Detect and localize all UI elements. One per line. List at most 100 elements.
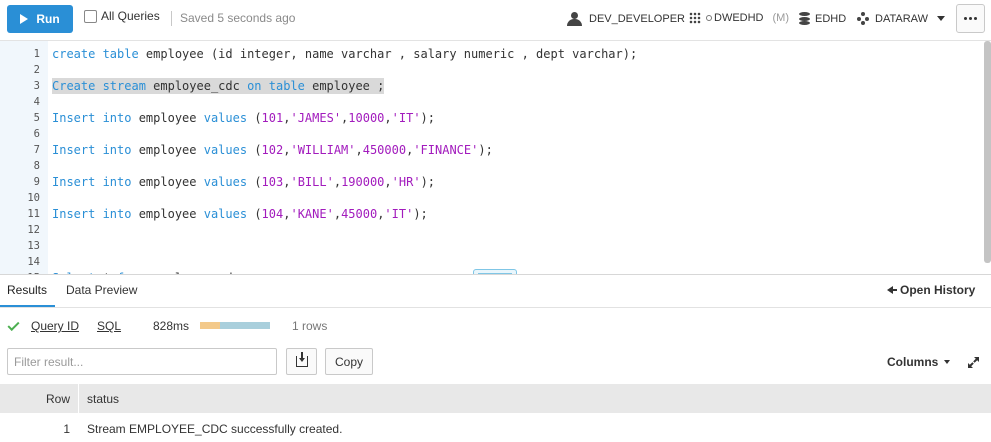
line-number: 10 (27, 192, 40, 204)
code-line[interactable]: 12 (0, 222, 984, 238)
code-token: 101 (261, 111, 284, 125)
code-line[interactable]: 7 Insert into employee values (102,'WILLI… (0, 142, 984, 158)
users-icon (566, 12, 584, 26)
filter-result-input[interactable] (7, 348, 277, 375)
schema-icon (857, 12, 870, 25)
play-icon (20, 14, 29, 24)
code-line[interactable]: 3 Create stream employee_cdc on table emp… (0, 78, 984, 94)
more-dot-icon (964, 17, 967, 20)
all-queries-label: All Queries (101, 9, 160, 23)
code-token: ); (420, 175, 436, 189)
code-line[interactable]: 8 (0, 158, 984, 174)
top-toolbar: Run All Queries Saved 5 seconds ago DEV_… (0, 0, 991, 40)
role-name: DEV_DEVELOPER (589, 13, 685, 25)
code-token: Insert into (52, 111, 132, 125)
query-id-link[interactable]: Query ID (31, 319, 79, 333)
code-line[interactable]: 10 (0, 190, 984, 206)
code-line[interactable]: 6 (0, 126, 984, 142)
run-button-label: Run (36, 12, 60, 26)
editor-scrollbar[interactable] (984, 41, 991, 263)
code-token: ); (413, 207, 428, 221)
code-token: 'IT' (391, 111, 421, 125)
table-row[interactable]: 1 Stream EMPLOYEE_CDC successfully creat… (0, 413, 991, 442)
sql-editor[interactable]: 1 create table employee (id integer, name… (0, 40, 991, 274)
line-number: 6 (33, 128, 40, 140)
chevron-down-icon (936, 16, 945, 21)
expand-icon[interactable] (968, 357, 979, 368)
sql-link[interactable]: SQL (97, 319, 121, 333)
compile-time-segment (200, 322, 220, 329)
line-number: 7 (33, 144, 40, 156)
code-token: 10000 (348, 111, 385, 125)
code-token: Insert into (52, 175, 132, 189)
results-panel: Results Data Preview Open History Query … (0, 274, 991, 442)
download-icon (295, 352, 308, 367)
code-token: Insert into (52, 143, 132, 157)
code-line[interactable]: 5 Insert into employee values (101, 'JAMES… (0, 110, 984, 126)
open-history-button[interactable]: Open History (887, 283, 975, 297)
all-queries-toggle[interactable]: All Queries (84, 9, 160, 23)
column-header-status[interactable]: status (87, 392, 119, 406)
code-token: 'WILLIAM' (290, 143, 356, 157)
code-token: values (203, 207, 248, 221)
role-selector[interactable]: DEV_DEVELOPER (566, 12, 685, 26)
warehouse-status-icon (706, 15, 712, 21)
line-number: 4 (33, 96, 40, 108)
code-token: 103 (261, 175, 284, 189)
columns-label: Columns (887, 355, 939, 369)
code-line[interactable]: 4 (0, 94, 984, 110)
schema-selector[interactable]: DATARAW (857, 12, 945, 25)
copy-button[interactable]: Copy (325, 348, 373, 375)
code-line[interactable]: 11 Insert into employee values (104,'KANE… (0, 206, 984, 222)
saved-status: Saved 5 seconds ago (180, 11, 296, 25)
code-line[interactable]: 13 (0, 238, 984, 254)
line-number: 5 (33, 112, 40, 124)
code-token: 'KANE' (290, 207, 334, 221)
code-token: ( (247, 175, 262, 189)
code-token: create table (52, 47, 139, 61)
line-number: 14 (27, 256, 40, 268)
row-number: 1 (63, 422, 70, 436)
code-token: 190000 (341, 175, 385, 189)
code-token: Create stream (52, 79, 146, 93)
more-dot-icon (974, 17, 977, 20)
columns-dropdown[interactable]: Columns (887, 355, 951, 369)
tab-results[interactable]: Results (7, 283, 47, 297)
code-token: , (384, 111, 392, 125)
code-token: 'IT' (384, 207, 414, 221)
all-queries-checkbox[interactable] (84, 9, 97, 23)
database-selector[interactable]: EDHD (799, 12, 846, 25)
code-line[interactable]: 1 create table employee (id integer, name… (0, 46, 984, 62)
status-cell[interactable]: Stream EMPLOYEE_CDC successfully created… (87, 422, 342, 436)
code-token: ); (420, 111, 435, 125)
line-number: 3 (33, 80, 40, 92)
schema-name: DATARAW (875, 12, 928, 25)
code-text: Insert into employee values (102,'WILLIA… (52, 142, 493, 158)
code-line[interactable]: 9 Insert into employee values (103,'BILL'… (0, 174, 984, 190)
editor-lines: 1 create table employee (id integer, name… (0, 46, 984, 274)
line-number: 12 (27, 224, 40, 236)
column-divider[interactable] (78, 384, 79, 413)
column-header-row[interactable]: Row (46, 392, 70, 406)
code-line[interactable]: 2 (0, 62, 984, 78)
code-token: employee (131, 207, 204, 221)
more-options-button[interactable] (956, 4, 985, 33)
database-icon (799, 12, 810, 25)
row-count: 1 rows (292, 319, 328, 333)
line-number: 1 (33, 48, 40, 60)
code-token: ); (478, 143, 493, 157)
code-token: ( (247, 111, 262, 125)
run-button[interactable]: Run (7, 5, 73, 33)
toolbar-divider (171, 11, 172, 26)
code-token: 104 (261, 207, 284, 221)
warehouse-icon (689, 12, 701, 24)
tabs-divider (0, 307, 991, 308)
code-text: Create stream employee_cdc on table empl… (52, 78, 385, 94)
code-token: 'JAMES' (290, 111, 342, 125)
warehouse-selector[interactable]: DWEDHD (M) (689, 12, 789, 24)
code-line[interactable]: 14 (0, 254, 984, 270)
more-dot-icon (969, 17, 972, 20)
tab-data-preview[interactable]: Data Preview (66, 283, 137, 297)
code-token: employee (131, 111, 204, 125)
download-button[interactable] (286, 348, 317, 375)
